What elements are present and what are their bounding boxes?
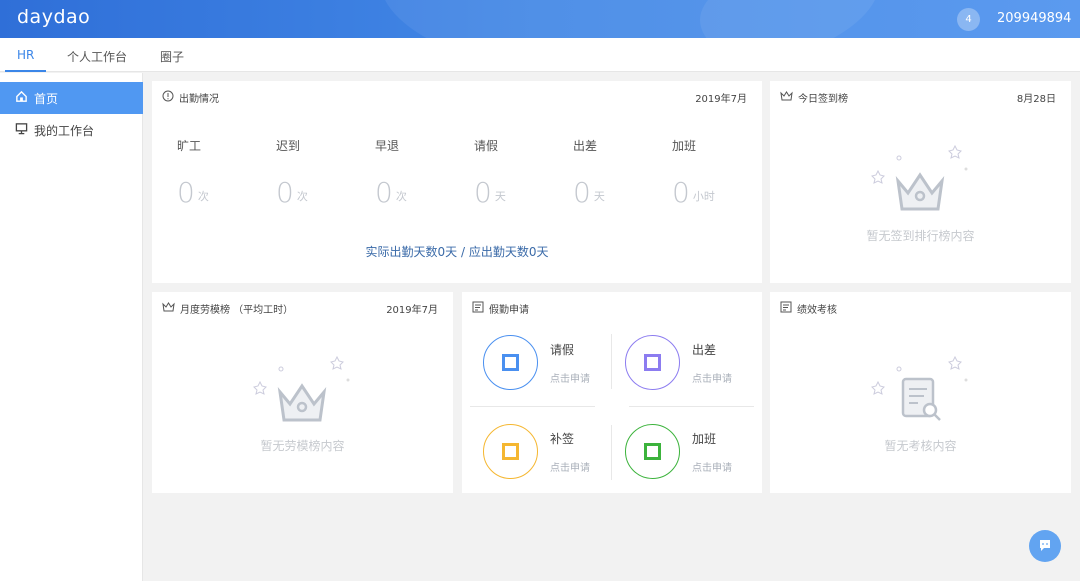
leave-icon [483,335,538,390]
empty-crown-illustration [252,352,352,431]
card-title: 月度劳模榜 （平均工时） [180,305,294,316]
sidebar-item-my-workbench[interactable]: 我的工作台 [0,114,143,146]
notification-badge[interactable]: 4 [957,8,980,31]
tab-personal-workbench[interactable]: 个人工作台 [67,48,127,65]
sidebar: 首页 我的工作台 [0,73,143,581]
stat-absent[interactable]: 旷工 0 次 [177,137,257,209]
form-icon [780,301,792,316]
crown-icon [162,301,175,316]
top-header: daydao 4 209949894 [0,0,1080,38]
app-sub: 点击申请 [550,462,590,474]
app-name: 请假 [550,342,575,357]
empty-message: 暂无劳模榜内容 [260,439,345,453]
apply-leave-button[interactable]: 请假 点击申请 [483,335,590,390]
business-trip-icon [625,335,680,390]
stat-label: 请假 [474,139,499,153]
chat-button[interactable] [1029,530,1061,562]
stat-late[interactable]: 迟到 0 次 [276,137,356,209]
app-sub: 点击申请 [692,462,732,474]
form-icon [472,301,484,316]
app-name: 出差 [692,342,717,357]
card-title: 绩效考核 [797,305,837,316]
card-date: 2019年7月 [695,94,747,105]
sidebar-item-label: 首页 [34,91,59,106]
overtime-icon [625,424,680,479]
empty-message: 暂无考核内容 [884,439,957,453]
stat-value: 0 [375,176,393,209]
empty-document-search-illustration [870,352,970,431]
stat-label: 加班 [672,139,697,153]
stat-business-trip[interactable]: 出差 0 天 [573,137,653,209]
app-name: 补签 [550,431,575,446]
empty-crown-illustration [870,141,970,220]
stat-leave[interactable]: 请假 0 天 [474,137,554,209]
apply-resign-button[interactable]: 补签 点击申请 [483,424,590,479]
attendance-card: 出勤情况 2019年7月 旷工 0 次 迟到 0 次 早退 0 次 请假 0 天 出差 0 天 加班… [152,81,762,283]
username[interactable]: 209949894 [997,11,1071,26]
stat-value: 0 [177,176,195,209]
card-title: 假勤申请 [489,305,529,316]
empty-message: 暂无签到排行榜内容 [866,229,975,243]
card-date: 2019年7月 [386,305,438,316]
apply-business-trip-button[interactable]: 出差 点击申请 [625,335,732,390]
stat-unit: 天 [494,190,506,203]
card-title: 出勤情况 [179,94,219,105]
stat-label: 迟到 [276,139,301,153]
sidebar-item-home[interactable]: 首页 [0,82,143,114]
leave-application-card: 假勤申请 请假 点击申请 出差 点击申请 补签 点击申请 加班 点击申请 [462,292,762,493]
stat-early-leave[interactable]: 早退 0 次 [375,137,455,209]
stat-unit: 天 [593,190,605,203]
stat-unit: 次 [395,190,407,203]
monitor-icon [15,122,28,138]
stat-label: 出差 [573,139,598,153]
checkin-ranking-card: 今日签到榜 8月28日 暂无签到排行榜内容 [770,81,1071,283]
stat-label: 早退 [375,139,400,153]
apply-overtime-button[interactable]: 加班 点击申请 [625,424,732,479]
stat-unit: 次 [296,190,308,203]
app-sub: 点击申请 [692,373,732,385]
app-name: 加班 [692,431,717,446]
tab-hr[interactable]: HR [17,48,34,62]
stat-value: 0 [573,176,591,209]
stat-unit: 小时 [692,190,715,203]
tab-bar: HR 个人工作台 圈子 [0,38,1080,72]
tab-circle[interactable]: 圈子 [160,48,184,65]
resign-icon [483,424,538,479]
stat-overtime[interactable]: 加班 0 小时 [672,137,752,209]
stat-value: 0 [672,176,690,209]
card-title: 今日签到榜 [798,94,848,105]
stat-value: 0 [276,176,294,209]
attendance-summary: 实际出勤天数0天 / 应出勤天数0天 [365,245,549,259]
logo[interactable]: daydao [17,6,90,28]
home-icon [15,90,28,106]
active-tab-indicator [5,70,46,72]
stat-value: 0 [474,176,492,209]
info-icon [162,90,174,105]
performance-card: 绩效考核 暂无考核内容 [770,292,1071,493]
crown-icon [780,90,793,105]
stat-unit: 次 [197,190,209,203]
stat-label: 旷工 [177,139,202,153]
app-sub: 点击申请 [550,373,590,385]
card-date: 8月28日 [1016,94,1056,105]
chat-icon [1038,537,1052,556]
model-worker-card: 月度劳模榜 （平均工时） 2019年7月 暂无劳模榜内容 [152,292,453,493]
sidebar-item-label: 我的工作台 [34,123,95,138]
